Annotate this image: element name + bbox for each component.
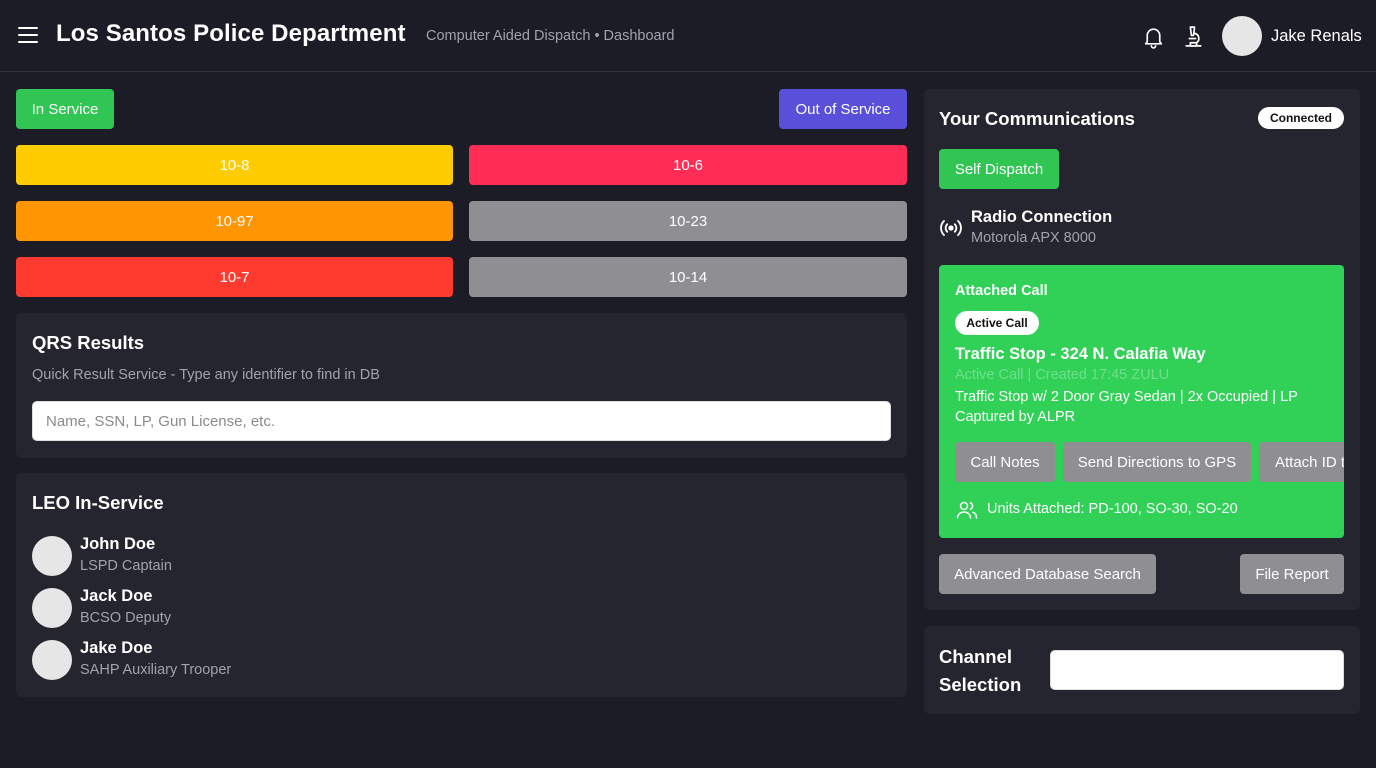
call-title: Traffic Stop - 324 N. Calafia Way [955,345,1206,363]
radio-connection-label: Radio Connection [971,208,1113,226]
qrs-title: QRS Results [32,332,145,353]
microscope-icon[interactable] [1181,24,1206,49]
active-call-badge: Active Call [955,311,1039,335]
connection-status-badge: Connected [1258,107,1344,129]
leo-panel: LEO In-Service John Doe LSPD Captain Jac… [16,473,907,697]
officer-name: Jack Doe [80,587,153,605]
officer-name: John Doe [80,535,156,553]
officer-name: Jake Doe [80,639,153,657]
user-avatar[interactable] [1222,16,1262,56]
file-report-button[interactable]: File Report [1240,554,1344,594]
radio-broadcast-icon [940,220,962,236]
attached-call-card: Attached Call Active Call Traffic Stop -… [939,265,1344,538]
code-10-97-button[interactable]: 10-97 [16,201,453,241]
channel-selection-panel: Channel Selection [924,626,1360,714]
bell-icon[interactable] [1141,24,1166,49]
attach-id-button[interactable]: Attach ID to Call [1259,442,1344,482]
call-meta: Active Call | Created 17:45 ZULU [955,367,1170,383]
out-of-service-button[interactable]: Out of Service [779,89,907,129]
communications-panel: Your Communications Connected Self Dispa… [924,89,1360,610]
officer-role: SAHP Auxiliary Trooper [80,662,232,678]
users-icon [956,501,978,519]
menu-icon[interactable] [18,27,38,44]
leo-title: LEO In-Service [32,492,164,513]
call-notes-button[interactable]: Call Notes [955,442,1055,482]
channel-select-input[interactable] [1050,650,1344,690]
officer-role: LSPD Captain [80,558,172,574]
code-10-23-button[interactable]: 10-23 [469,201,907,241]
units-attached: Units Attached: PD-100, SO-30, SO-20 [987,501,1238,517]
call-description: Traffic Stop w/ 2 Door Gray Sedan | 2x O… [955,389,1298,425]
channel-label-line2: Selection [939,674,1022,695]
qrs-panel: QRS Results Quick Result Service - Type … [16,313,907,458]
send-directions-button[interactable]: Send Directions to GPS [1063,442,1251,482]
qrs-search-input[interactable] [32,401,891,441]
advanced-database-search-button[interactable]: Advanced Database Search [939,554,1156,594]
user-name[interactable]: Jake Renals [1271,27,1362,46]
avatar [32,640,72,680]
avatar [32,536,72,576]
self-dispatch-button[interactable]: Self Dispatch [939,149,1059,189]
code-10-8-button[interactable]: 10-8 [16,145,453,185]
radio-model: Motorola APX 8000 [971,230,1096,246]
communications-title: Your Communications [939,108,1135,129]
page-subtitle: Computer Aided Dispatch • Dashboard [426,28,675,44]
officer-role: BCSO Deputy [80,610,172,626]
channel-selection-label: Channel Selection [939,643,1021,699]
channel-label-line1: Channel [939,646,1012,667]
qrs-description: Quick Result Service - Type any identifi… [32,367,380,383]
code-10-6-button[interactable]: 10-6 [469,145,907,185]
page-title: Los Santos Police Department [56,20,406,47]
avatar [32,588,72,628]
code-10-7-button[interactable]: 10-7 [16,257,453,297]
attached-call-label: Attached Call [955,283,1048,299]
top-bar: Los Santos Police Department Computer Ai… [0,0,1376,72]
in-service-button[interactable]: In Service [16,89,114,129]
code-10-14-button[interactable]: 10-14 [469,257,907,297]
